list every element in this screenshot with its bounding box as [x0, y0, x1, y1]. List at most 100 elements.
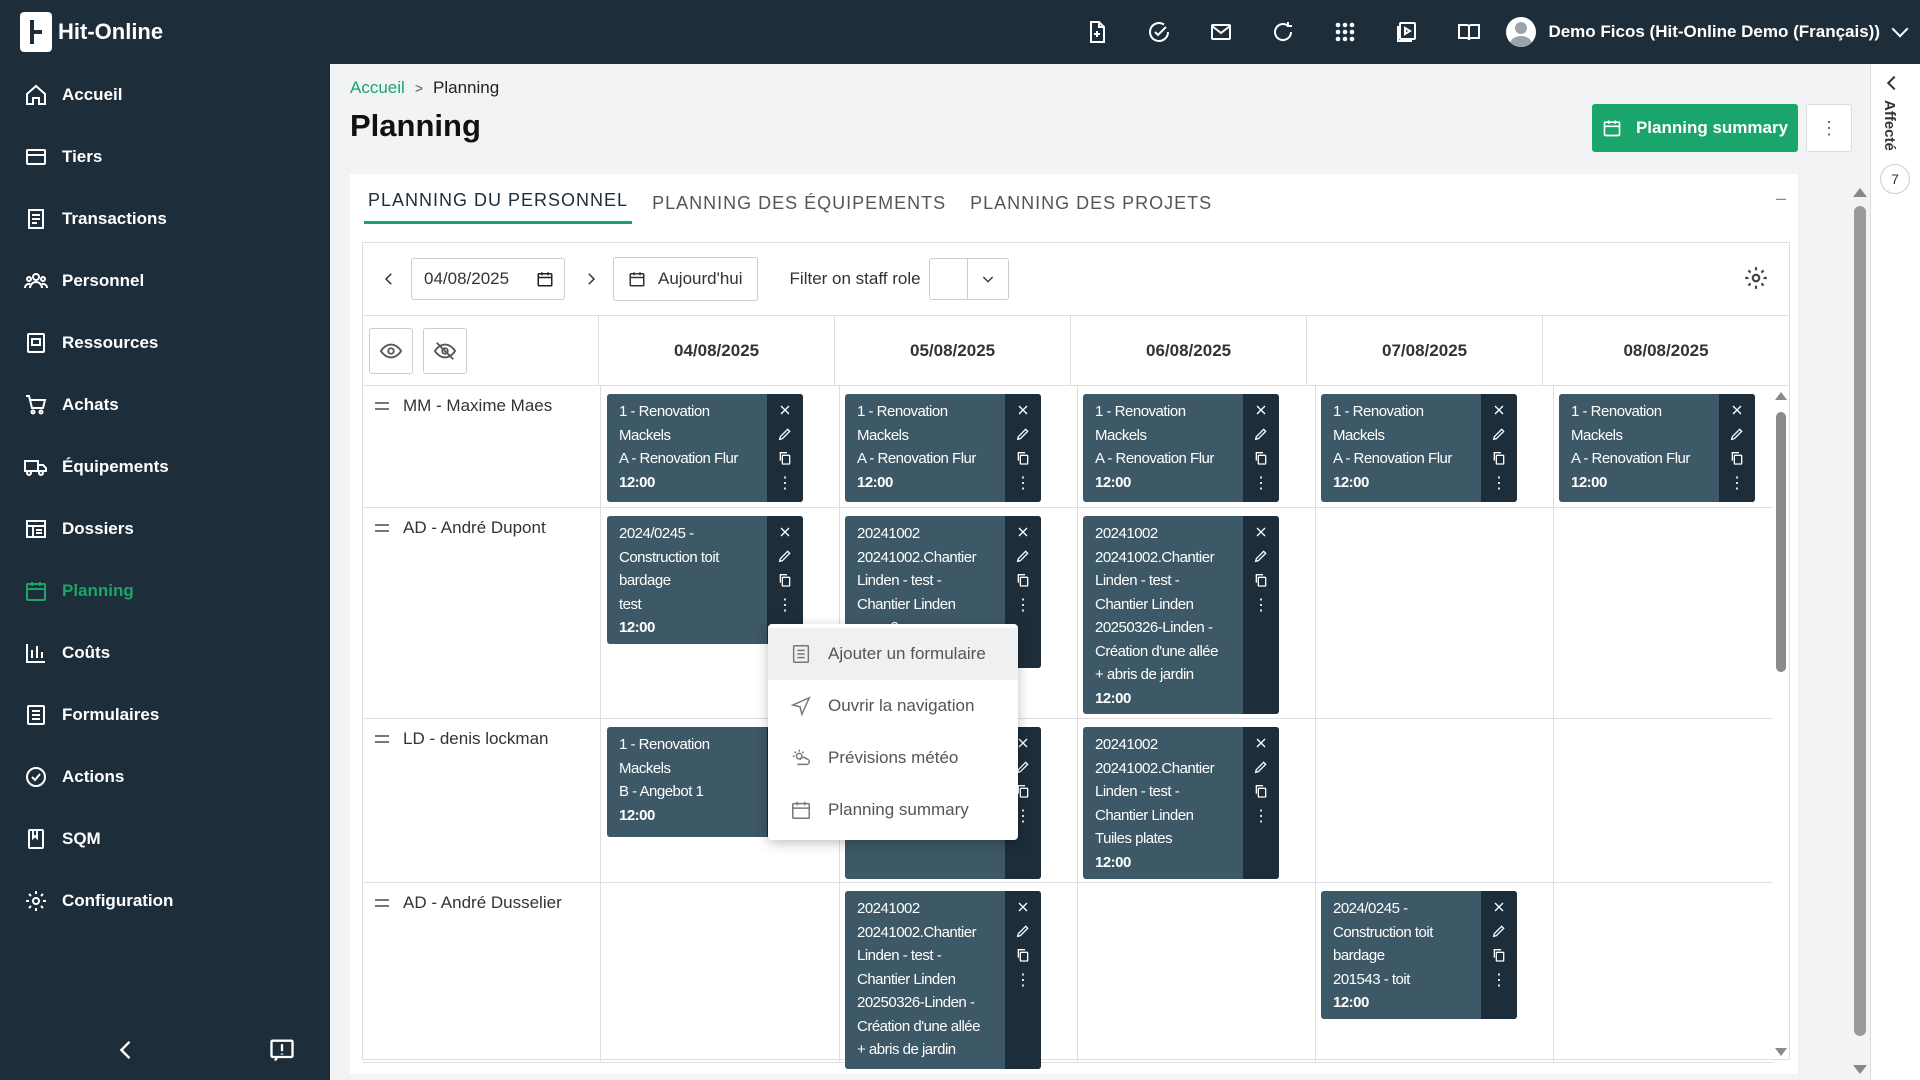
scroll-thumb[interactable] — [1854, 206, 1866, 1036]
pencil-icon[interactable] — [1491, 919, 1507, 943]
more-vertical-icon[interactable]: ⋮ — [1015, 594, 1031, 618]
copy-icon[interactable] — [777, 568, 793, 592]
next-date-button[interactable] — [571, 259, 611, 299]
hide-all-button[interactable] — [423, 327, 467, 374]
pencil-icon[interactable] — [1491, 422, 1507, 446]
planning-card[interactable]: 1 - Renovation Mackels A - Renovation Flur… — [1083, 394, 1279, 502]
sidebar-item-equipements[interactable]: Équipements — [0, 436, 330, 498]
close-icon[interactable] — [1015, 520, 1031, 544]
copy-icon[interactable] — [777, 446, 793, 470]
planning-card[interactable]: 2024/0245 - Construction toit bardage 20154… — [1321, 891, 1517, 1019]
copy-icon[interactable] — [1491, 446, 1507, 470]
apps-grid-icon[interactable] — [1314, 0, 1376, 64]
grid-scrollbar[interactable] — [1771, 386, 1789, 1062]
more-vertical-icon[interactable]: ⋮ — [1491, 969, 1507, 993]
pencil-icon[interactable] — [1729, 422, 1745, 446]
pencil-icon[interactable] — [1015, 544, 1031, 568]
scroll-up-arrow[interactable] — [1853, 188, 1867, 197]
more-options-button[interactable]: ⋮ — [1806, 104, 1852, 152]
copy-icon[interactable] — [1015, 943, 1031, 967]
sidebar-item-configuration[interactable]: Configuration — [0, 870, 330, 932]
scroll-down-arrow[interactable] — [1853, 1065, 1867, 1074]
pencil-icon[interactable] — [1253, 422, 1269, 446]
close-icon[interactable] — [1015, 398, 1031, 422]
pencil-icon[interactable] — [1015, 422, 1031, 446]
sidebar-item-tiers[interactable]: Tiers — [0, 126, 330, 188]
copy-icon[interactable] — [1729, 446, 1745, 470]
sidebar-item-personnel[interactable]: Personnel — [0, 250, 330, 312]
drag-handle-icon[interactable] — [375, 524, 389, 718]
planning-card[interactable]: 1 - Renovation Mackels A - Renovation Flur… — [607, 394, 803, 502]
mail-icon[interactable] — [1190, 0, 1252, 64]
menu-item-weather[interactable]: Prévisions météo — [768, 732, 1018, 784]
sidebar-item-planning[interactable]: Planning — [0, 560, 330, 622]
close-icon[interactable] — [1729, 398, 1745, 422]
close-icon[interactable] — [1253, 731, 1269, 755]
user-menu[interactable]: Demo Ficos (Hit-Online Demo (Français)) — [1506, 17, 1909, 47]
pencil-icon[interactable] — [1015, 919, 1031, 943]
pencil-icon[interactable] — [1253, 755, 1269, 779]
tab-planning-personnel[interactable]: PLANNING DU PERSONNEL — [364, 190, 633, 224]
more-vertical-icon[interactable]: ⋮ — [777, 472, 793, 496]
planning-card[interactable]: 1 - Renovation Mackels A - Renovation Flur… — [1559, 394, 1755, 502]
tab-planning-equipements[interactable]: PLANNING DES ÉQUIPEMENTS — [648, 193, 950, 224]
sidebar-item-couts[interactable]: Coûts — [0, 622, 330, 684]
planning-card[interactable]: 20241002 20241002.Chantier Linden - test -… — [1083, 516, 1279, 714]
more-vertical-icon[interactable]: ⋮ — [1015, 472, 1031, 496]
planning-card[interactable]: 20241002 20241002.Chantier Linden - test -… — [1083, 727, 1279, 879]
drag-handle-icon[interactable] — [375, 402, 389, 507]
more-vertical-icon[interactable]: ⋮ — [1015, 969, 1031, 993]
drag-handle-icon[interactable] — [375, 899, 389, 1062]
scroll-up-arrow[interactable] — [1775, 392, 1787, 400]
planning-card[interactable]: 1 - Renovation Mackels A - Renovation Flur… — [1321, 394, 1517, 502]
copy-icon[interactable] — [1253, 568, 1269, 592]
video-icon[interactable] — [1376, 0, 1438, 64]
copy-icon[interactable] — [1253, 446, 1269, 470]
pencil-icon[interactable] — [777, 544, 793, 568]
chevron-left-icon[interactable] — [1886, 75, 1902, 91]
copy-icon[interactable] — [1253, 779, 1269, 803]
sidebar-item-accueil[interactable]: Accueil — [0, 64, 330, 126]
planning-summary-button[interactable]: Planning summary — [1592, 104, 1798, 152]
sidebar-item-formulaires[interactable]: Formulaires — [0, 684, 330, 746]
sidebar-item-achats[interactable]: Achats — [0, 374, 330, 436]
more-vertical-icon[interactable]: ⋮ — [1729, 472, 1745, 496]
collapse-left-icon[interactable] — [112, 1036, 140, 1064]
more-vertical-icon[interactable]: ⋮ — [1253, 594, 1269, 618]
menu-item-open-navigation[interactable]: Ouvrir la navigation — [768, 680, 1018, 732]
sidebar-item-dossiers[interactable]: Dossiers — [0, 498, 330, 560]
close-icon[interactable] — [777, 398, 793, 422]
more-vertical-icon[interactable]: ⋮ — [1253, 805, 1269, 829]
today-button[interactable]: Aujourd'hui — [613, 257, 758, 301]
copy-icon[interactable] — [1491, 943, 1507, 967]
settings-button[interactable] — [1743, 265, 1769, 296]
staff-role-select[interactable] — [928, 258, 1009, 300]
check-circle-icon[interactable] — [1128, 0, 1190, 64]
document-icon[interactable] — [1066, 0, 1128, 64]
close-icon[interactable] — [1253, 398, 1269, 422]
menu-item-planning-summary[interactable]: Planning summary — [768, 784, 1018, 836]
sidebar-item-ressources[interactable]: Ressources — [0, 312, 330, 374]
pencil-icon[interactable] — [1253, 544, 1269, 568]
tab-planning-projets[interactable]: PLANNING DES PROJETS — [966, 193, 1216, 224]
scroll-thumb[interactable] — [1776, 412, 1786, 672]
more-vertical-icon[interactable]: ⋮ — [1253, 472, 1269, 496]
close-icon[interactable] — [777, 520, 793, 544]
close-icon[interactable] — [1491, 398, 1507, 422]
calendar-icon[interactable] — [536, 270, 554, 288]
book-icon[interactable] — [1438, 0, 1500, 64]
scroll-down-arrow[interactable] — [1775, 1048, 1787, 1056]
pencil-icon[interactable] — [777, 422, 793, 446]
more-vertical-icon[interactable]: ⋮ — [1491, 472, 1507, 496]
date-field[interactable]: 04/08/2025 — [411, 258, 565, 300]
feedback-icon[interactable] — [268, 1036, 296, 1064]
sidebar-item-sqm[interactable]: SQM — [0, 808, 330, 870]
sidebar-item-actions[interactable]: Actions — [0, 746, 330, 808]
breadcrumb-home-link[interactable]: Accueil — [350, 78, 405, 98]
assigned-rail[interactable]: Affecté 7 — [1870, 64, 1920, 1080]
app-logo[interactable]: Hit-Online — [20, 12, 326, 52]
planning-card[interactable]: 20241002 20241002.Chantier Linden - test -… — [845, 891, 1041, 1069]
page-scrollbar[interactable] — [1850, 184, 1870, 1074]
sidebar-item-transactions[interactable]: Transactions — [0, 188, 330, 250]
copy-icon[interactable] — [1015, 446, 1031, 470]
